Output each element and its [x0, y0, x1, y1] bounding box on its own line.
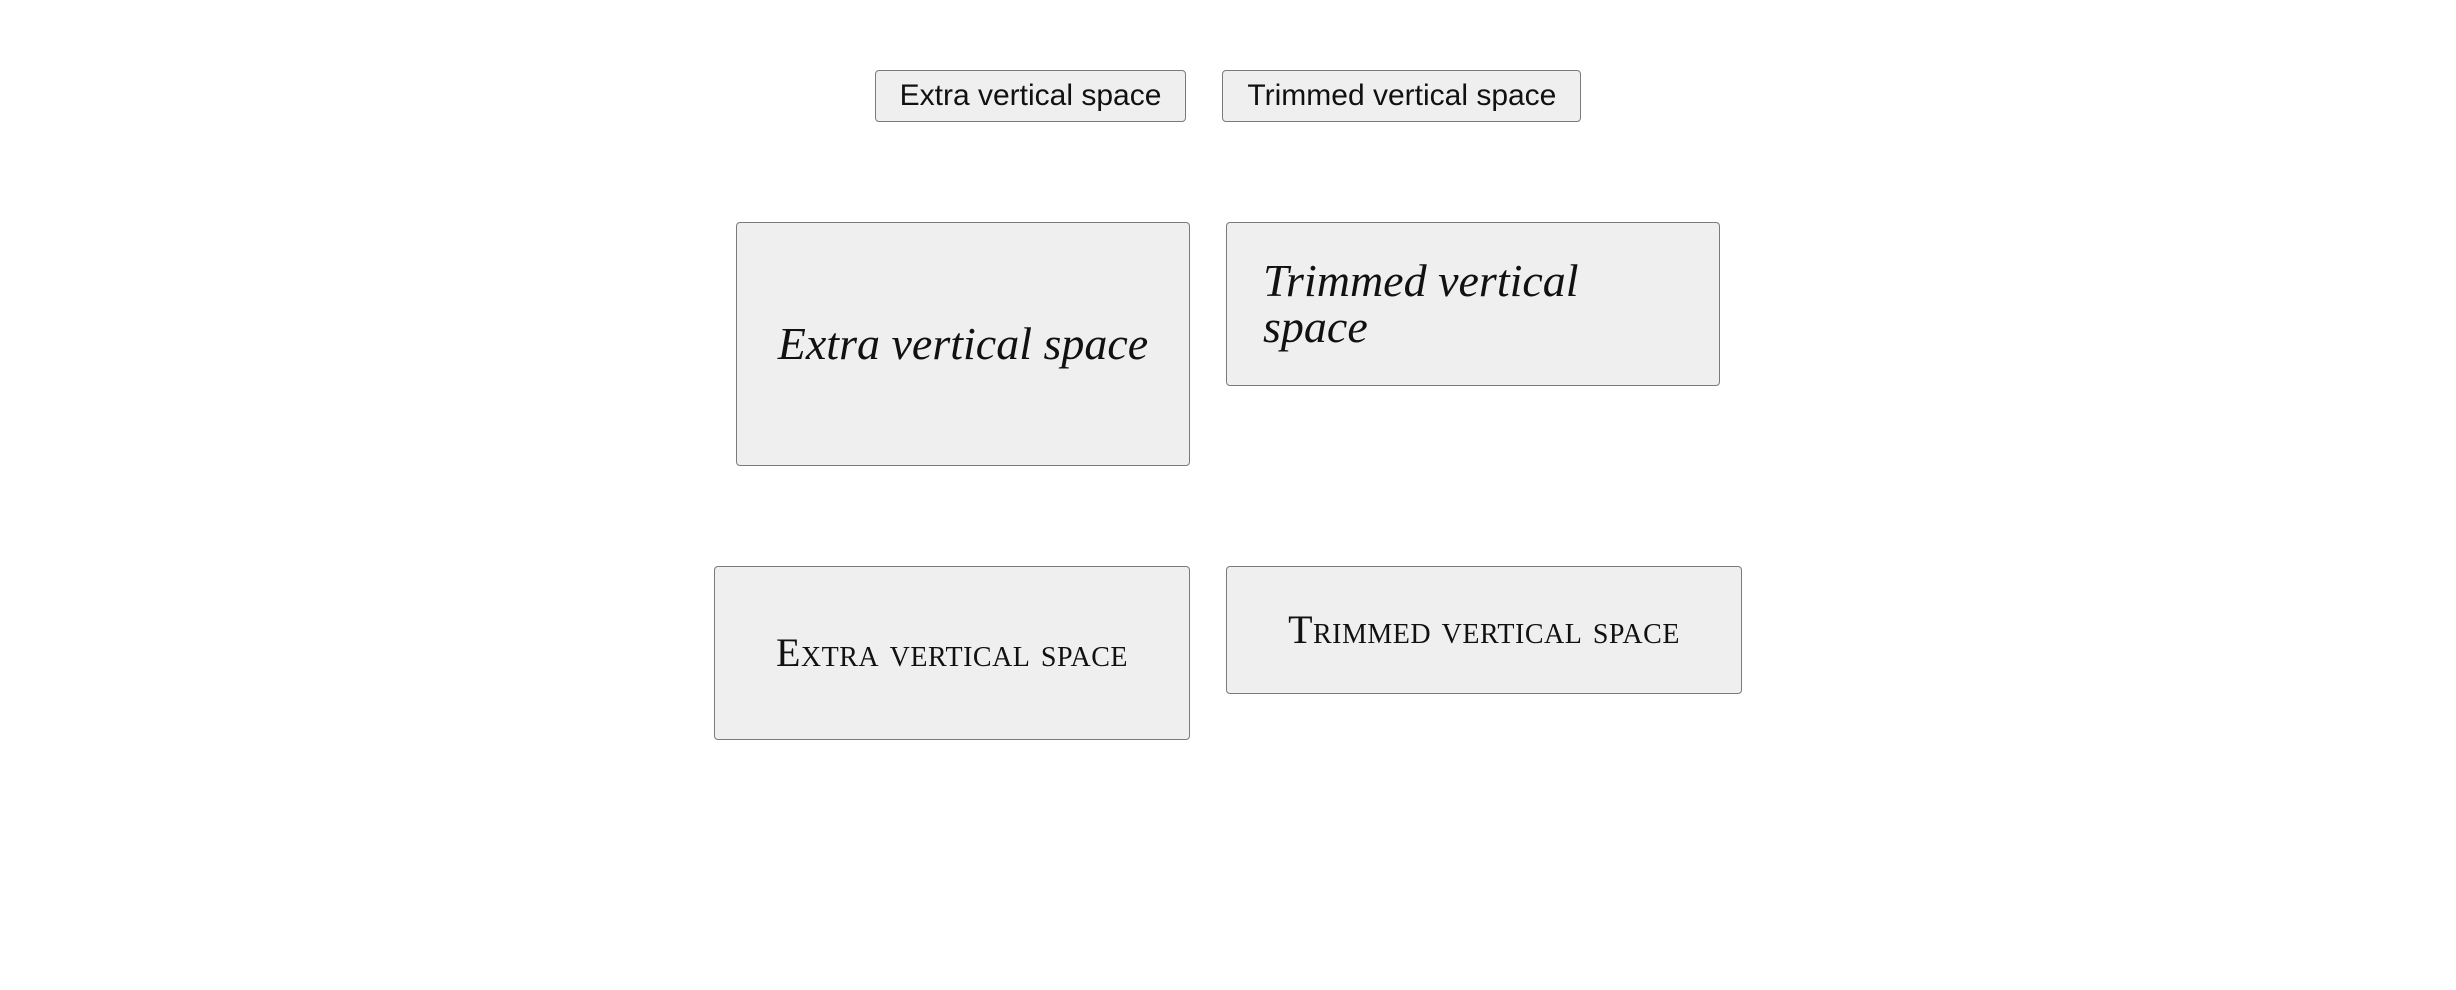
box-extra-script: Extra vertical space [736, 222, 1190, 466]
label-trimmed-system: Trimmed vertical space [1247, 81, 1556, 111]
label-trimmed-script: Trimmed vertical space [1263, 258, 1683, 350]
demo-page: Extra vertical space Trimmed vertical sp… [0, 0, 2456, 840]
box-trimmed-system: Trimmed vertical space [1222, 70, 1581, 122]
label-extra-system: Extra vertical space [900, 81, 1162, 111]
label-extra-script: Extra vertical space [778, 321, 1148, 367]
label-extra-hand: Extra vertical space [776, 633, 1128, 673]
box-trimmed-hand: Trimmed vertical space [1226, 566, 1742, 694]
label-trimmed-hand: Trimmed vertical space [1288, 610, 1680, 650]
row-hand-font: Extra vertical space Trimmed vertical sp… [714, 566, 1742, 740]
box-extra-system: Extra vertical space [875, 70, 1187, 122]
row-system-font: Extra vertical space Trimmed vertical sp… [875, 70, 1582, 122]
box-trimmed-script: Trimmed vertical space [1226, 222, 1720, 386]
box-extra-hand: Extra vertical space [714, 566, 1190, 740]
row-script-font: Extra vertical space Trimmed vertical sp… [736, 222, 1720, 466]
